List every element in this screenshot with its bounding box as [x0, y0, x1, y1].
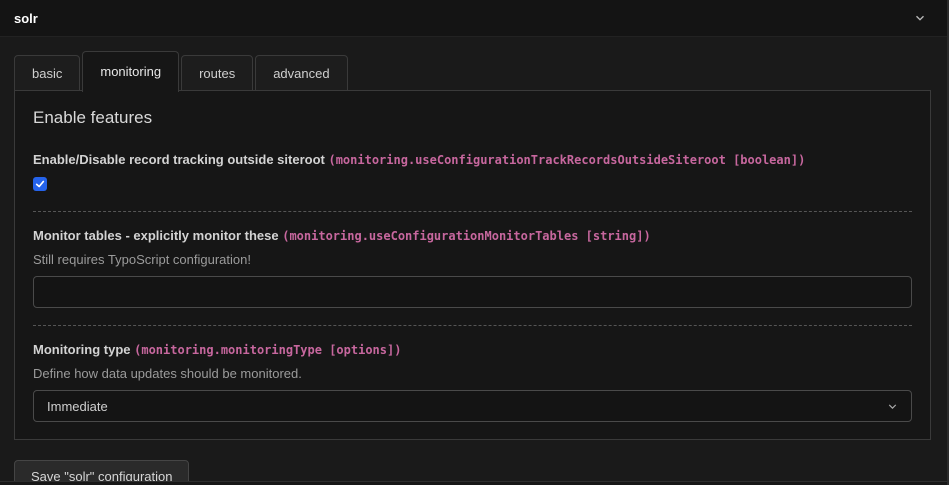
- field-description: Still requires TypoScript configuration!: [33, 252, 912, 267]
- field-config-key: (monitoring.useConfigurationTrackRecords…: [328, 153, 805, 167]
- monitoring-tab-panel: Enable features Enable/Disable record tr…: [14, 90, 931, 440]
- field-description: Define how data updates should be monito…: [33, 366, 912, 381]
- chevron-down-icon: [886, 400, 899, 413]
- field-monitoring-type: Monitoring type (monitoring.monitoringTy…: [33, 342, 912, 422]
- field-config-key: (monitoring.monitoringType [options]): [134, 343, 401, 357]
- field-label: Enable/Disable record tracking outside s…: [33, 152, 912, 167]
- chevron-down-icon[interactable]: [913, 11, 927, 25]
- tab-routes[interactable]: routes: [181, 55, 253, 91]
- tab-basic-label: basic: [32, 66, 62, 81]
- accordion-body: basic monitoring routes advanced Enable …: [0, 37, 949, 440]
- check-icon: [35, 179, 45, 189]
- field-monitor-tables: Monitor tables - explicitly monitor thes…: [33, 228, 912, 308]
- select-value: Immediate: [47, 399, 108, 414]
- field-label: Monitor tables - explicitly monitor thes…: [33, 228, 912, 243]
- record-tracking-checkbox[interactable]: [33, 177, 47, 191]
- monitor-tables-input[interactable]: [33, 276, 912, 308]
- tab-advanced-label: advanced: [273, 66, 329, 81]
- panel-heading: Enable features: [33, 108, 912, 128]
- field-label: Monitoring type (monitoring.monitoringTy…: [33, 342, 912, 357]
- field-divider: [33, 211, 912, 212]
- tab-routes-label: routes: [199, 66, 235, 81]
- field-divider: [33, 325, 912, 326]
- tab-monitoring-label: monitoring: [100, 64, 161, 79]
- field-config-key: (monitoring.useConfigurationMonitorTable…: [282, 229, 650, 243]
- next-section-divider: [0, 481, 949, 485]
- tab-monitoring[interactable]: monitoring: [82, 51, 179, 92]
- accordion-header[interactable]: solr: [0, 0, 949, 37]
- field-record-tracking: Enable/Disable record tracking outside s…: [33, 152, 912, 194]
- monitoring-type-select[interactable]: Immediate: [33, 390, 912, 422]
- tab-basic[interactable]: basic: [14, 55, 80, 91]
- tab-advanced[interactable]: advanced: [255, 55, 347, 91]
- tab-bar: basic monitoring routes advanced: [14, 51, 931, 91]
- accordion-title: solr: [14, 11, 38, 26]
